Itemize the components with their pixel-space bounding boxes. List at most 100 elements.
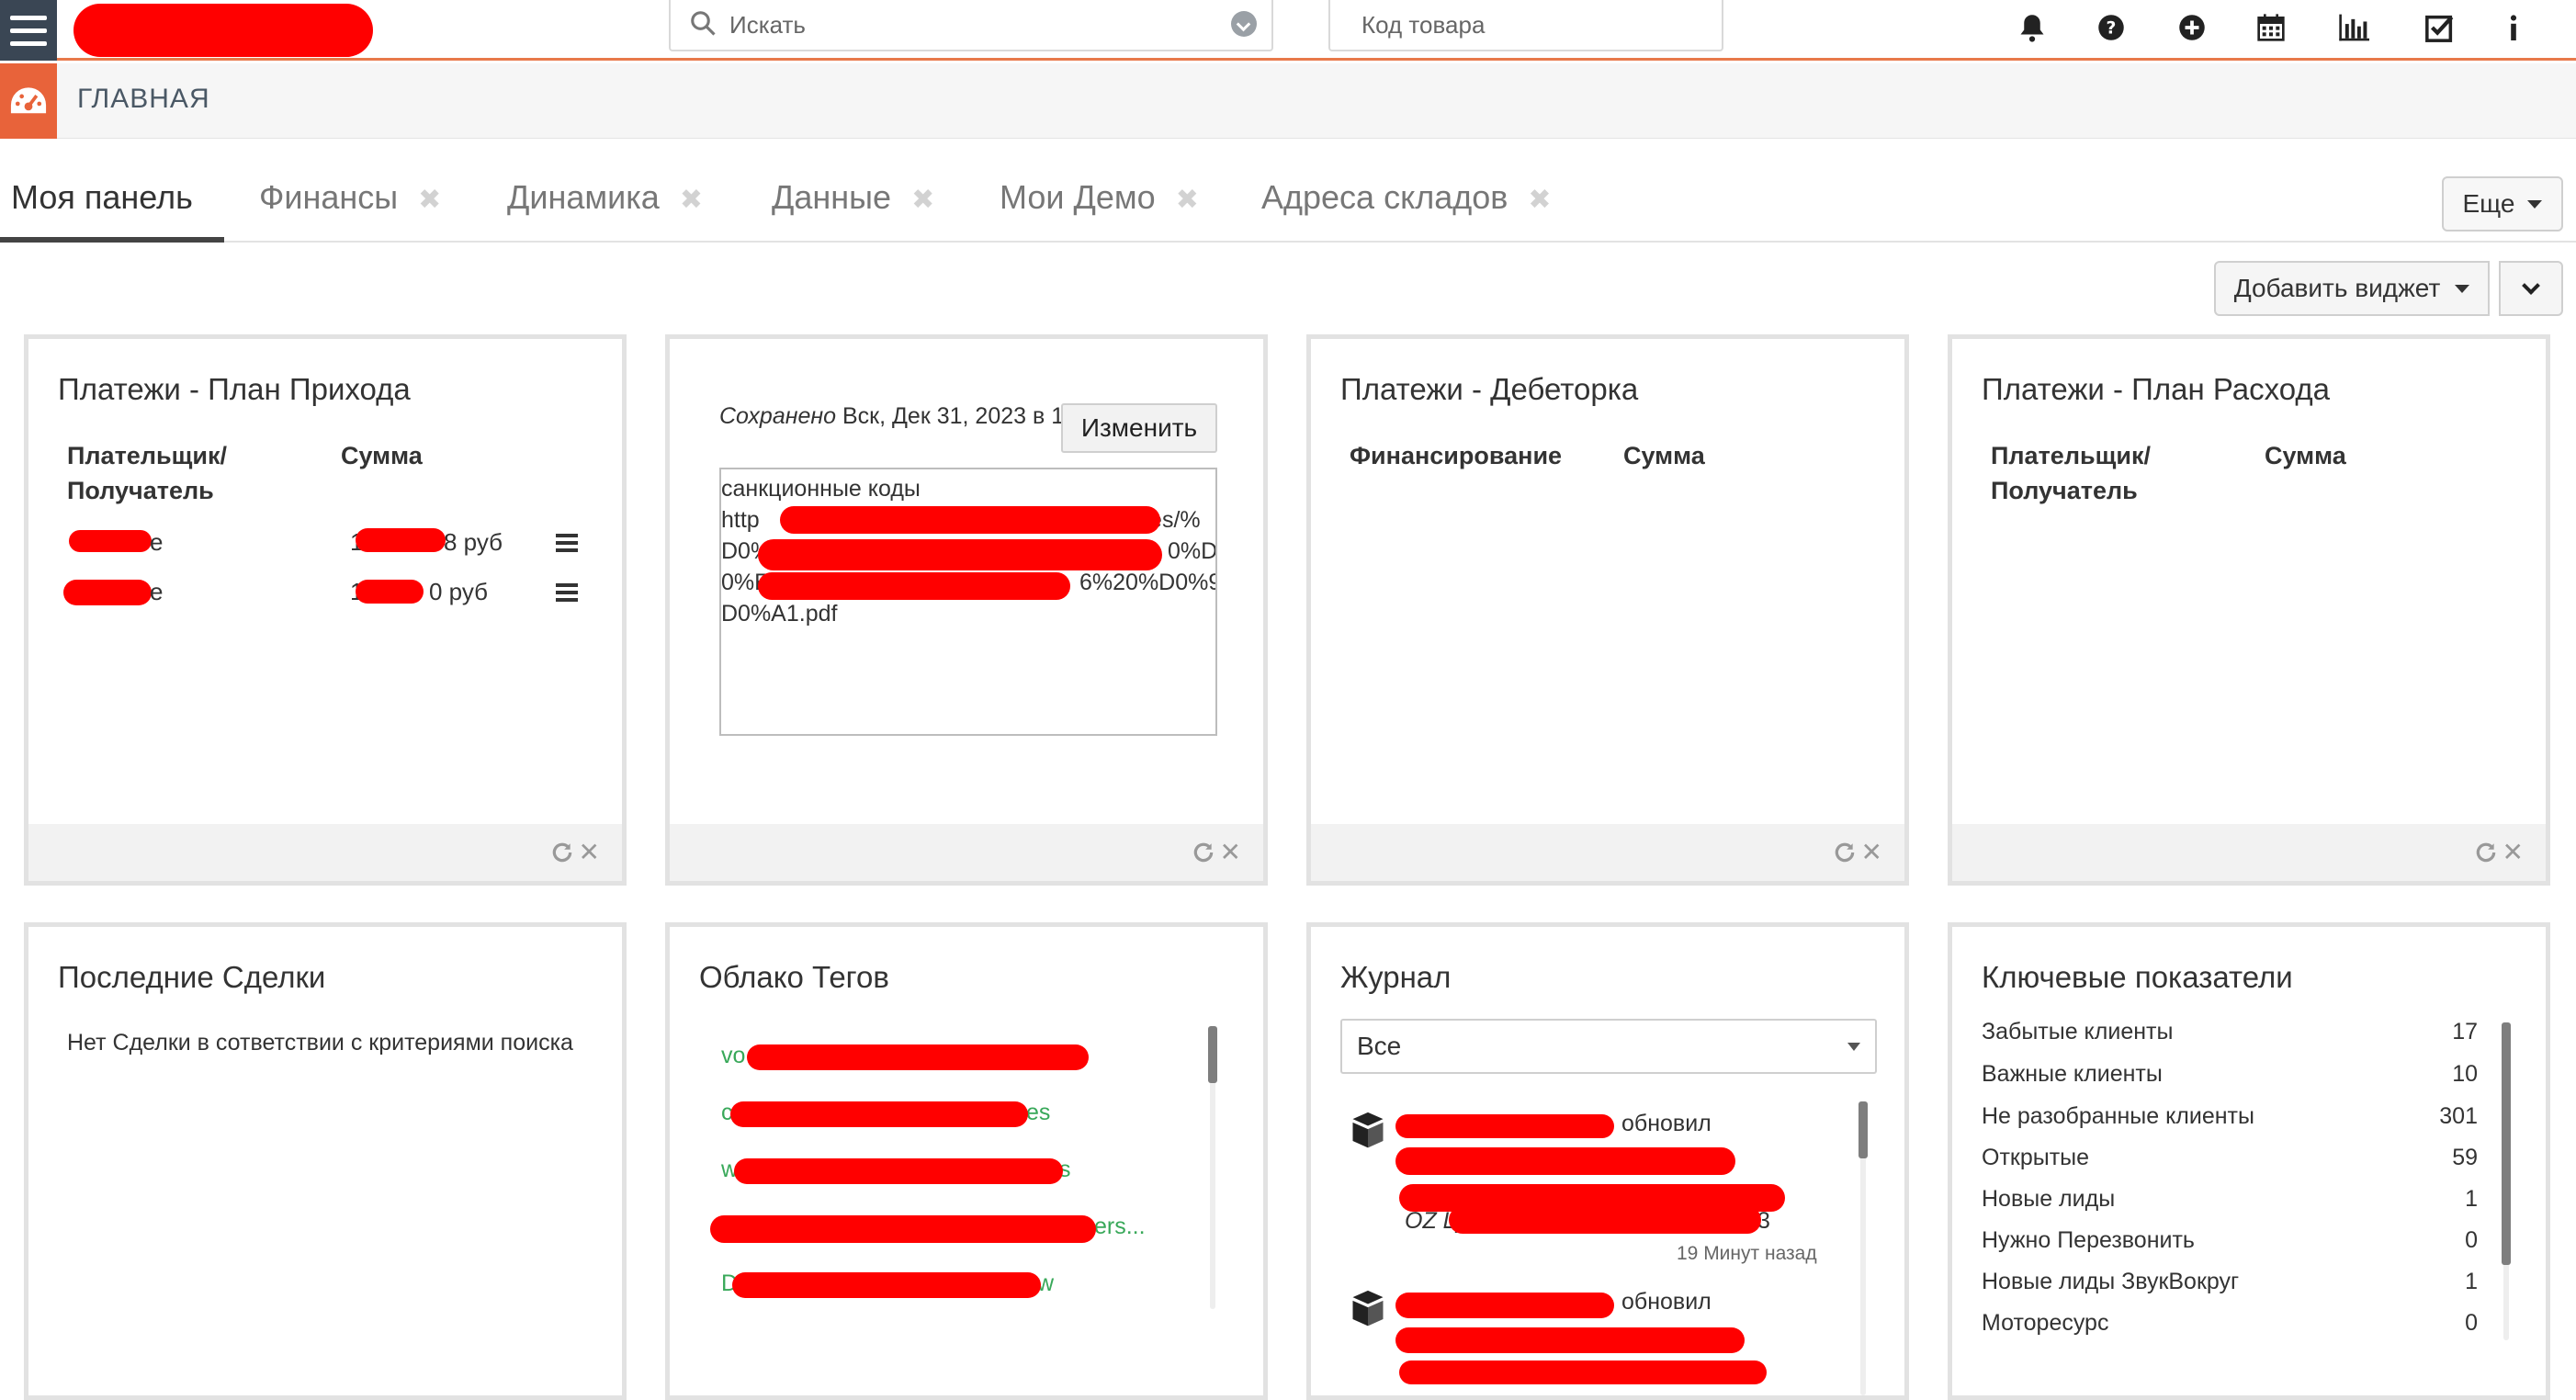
widget-note: Сохранено Вск, Дек 31, 2023 в 12 Изменит… bbox=[665, 334, 1268, 886]
kpi-row[interactable]: Моторесурс 0 bbox=[1982, 1310, 2478, 1343]
redaction-mark bbox=[780, 506, 1160, 534]
scrollbar-thumb[interactable] bbox=[1208, 1026, 1217, 1083]
product-code-box bbox=[1328, 0, 1723, 51]
kpi-row[interactable]: Забытые клиенты 17 bbox=[1982, 1019, 2478, 1052]
kpi-scrollbar[interactable] bbox=[2502, 1022, 2511, 1340]
redaction-mark bbox=[1395, 1147, 1735, 1175]
kpi-value: 1 bbox=[2465, 1186, 2478, 1212]
close-icon[interactable]: ✕ bbox=[1220, 837, 1241, 867]
refresh-icon[interactable] bbox=[1833, 841, 1857, 864]
help-icon[interactable]: ? bbox=[2093, 9, 2130, 46]
tab-my-demos[interactable]: Мои Демо ✖ bbox=[1000, 167, 1199, 243]
journal-filter-select[interactable]: Все bbox=[1340, 1019, 1877, 1074]
kpi-row[interactable]: Не разобранные клиенты 301 bbox=[1982, 1103, 2478, 1136]
refresh-icon[interactable] bbox=[1192, 841, 1215, 864]
info-icon[interactable] bbox=[2495, 9, 2532, 46]
note-line: санкционные коды bbox=[721, 476, 921, 502]
kpi-row[interactable]: Нужно Перезвонить 0 bbox=[1982, 1227, 2478, 1260]
column-header-sum: Сумма bbox=[2265, 442, 2346, 469]
tab-my-panel[interactable]: Моя панель bbox=[0, 167, 224, 243]
bar-chart-icon[interactable] bbox=[2335, 9, 2372, 46]
widget-footer: ✕ bbox=[670, 824, 1263, 881]
kpi-value: 0 bbox=[2465, 1310, 2478, 1336]
redaction-mark bbox=[1399, 1360, 1767, 1384]
kpi-row[interactable]: Новые лиды ЗвукВокруг 1 bbox=[1982, 1269, 2478, 1302]
kpi-label: Не разобранные клиенты bbox=[1982, 1103, 2254, 1129]
add-widget-button[interactable]: Добавить виджет bbox=[2214, 261, 2490, 316]
refresh-icon[interactable] bbox=[550, 841, 574, 864]
select-value: Все bbox=[1357, 1032, 1402, 1060]
caret-down-icon bbox=[2527, 199, 2543, 209]
kpi-value: 59 bbox=[2452, 1145, 2478, 1170]
redaction-mark bbox=[758, 539, 1162, 570]
redaction-mark bbox=[758, 572, 1070, 600]
widget-title: Платежи - План Расхода bbox=[1982, 372, 2331, 406]
tab-label: Финансы bbox=[259, 178, 399, 216]
tag-scrollbar[interactable] bbox=[1208, 1026, 1217, 1309]
edit-note-button[interactable]: Изменить bbox=[1061, 403, 1217, 453]
kpi-label: Моторесурс bbox=[1982, 1310, 2109, 1336]
checkbox-icon[interactable] bbox=[2422, 9, 2458, 46]
scrollbar-thumb[interactable] bbox=[1859, 1101, 1868, 1158]
plus-circle-icon[interactable] bbox=[2174, 9, 2210, 46]
widget-title: Журнал bbox=[1340, 960, 1452, 994]
page-header: ГЛАВНАЯ bbox=[0, 63, 2576, 139]
svg-text:?: ? bbox=[2107, 18, 2117, 38]
tag-link[interactable]: vo bbox=[721, 1043, 745, 1069]
kpi-label: Забытые клиенты bbox=[1982, 1019, 2174, 1044]
more-label: Еще bbox=[2462, 189, 2515, 218]
product-code-input[interactable] bbox=[1361, 7, 1711, 42]
close-icon[interactable]: ✕ bbox=[2503, 837, 2524, 867]
search-dropdown-icon[interactable] bbox=[1231, 11, 1257, 37]
widget-title: Платежи - План Прихода bbox=[58, 372, 411, 406]
list-icon[interactable] bbox=[556, 583, 578, 602]
tab-data[interactable]: Данные ✖ bbox=[772, 167, 934, 243]
tab-close-icon[interactable]: ✖ bbox=[1528, 184, 1551, 216]
note-line: 0%D bbox=[1168, 538, 1217, 564]
tag-link[interactable]: es bbox=[1026, 1100, 1050, 1126]
sum-cell: 8 руб bbox=[444, 528, 503, 556]
close-icon[interactable]: ✕ bbox=[579, 837, 600, 867]
redaction-mark bbox=[732, 1272, 1041, 1298]
tab-warehouse-addresses[interactable]: Адреса складов ✖ bbox=[1261, 167, 1552, 243]
kpi-value: 10 bbox=[2452, 1061, 2478, 1087]
tab-dynamics[interactable]: Динамика ✖ bbox=[507, 167, 703, 243]
redacted-company-name bbox=[73, 4, 373, 57]
kpi-row[interactable]: Новые лиды 1 bbox=[1982, 1186, 2478, 1219]
refresh-icon[interactable] bbox=[2474, 841, 2498, 864]
tab-close-icon[interactable]: ✖ bbox=[1176, 184, 1199, 216]
kpi-label: Новые лиды bbox=[1982, 1186, 2116, 1212]
tab-close-icon[interactable]: ✖ bbox=[911, 184, 934, 216]
tag-link[interactable]: ers... bbox=[1094, 1214, 1146, 1240]
note-textarea[interactable]: санкционные коды http files/% D0%A0%D0%B… bbox=[719, 468, 1217, 736]
payer-cell: e bbox=[150, 578, 164, 605]
tab-label: Моя панель bbox=[11, 178, 193, 216]
more-tabs-button[interactable]: Еще bbox=[2442, 176, 2563, 231]
tab-close-icon[interactable]: ✖ bbox=[680, 184, 703, 216]
tab-close-icon[interactable]: ✖ bbox=[418, 184, 441, 216]
widget-footer: ✕ bbox=[28, 824, 622, 881]
calendar-icon[interactable] bbox=[2253, 9, 2289, 46]
journal-scrollbar[interactable] bbox=[1859, 1101, 1868, 1395]
tab-finance[interactable]: Финансы ✖ bbox=[259, 167, 441, 243]
search-input[interactable] bbox=[729, 7, 1207, 42]
kpi-value: 17 bbox=[2452, 1019, 2478, 1044]
note-saved-info: Сохранено Вск, Дек 31, 2023 в 12 bbox=[719, 403, 1068, 430]
widget-title: Ключевые показатели bbox=[1982, 960, 2293, 994]
list-icon[interactable] bbox=[556, 534, 578, 552]
redacted-sum bbox=[356, 580, 424, 604]
search-icon bbox=[691, 11, 716, 36]
kpi-value: 0 bbox=[2465, 1227, 2478, 1253]
kpi-row[interactable]: Открытые 59 bbox=[1982, 1145, 2478, 1178]
dashboard-icon[interactable] bbox=[0, 63, 57, 139]
widget-title: Облако Тегов bbox=[699, 960, 889, 994]
collapse-toggle-button[interactable] bbox=[2499, 261, 2563, 316]
tab-label: Адреса складов bbox=[1261, 178, 1508, 216]
bell-icon[interactable] bbox=[2014, 9, 2051, 46]
hamburger-menu-icon[interactable] bbox=[0, 0, 57, 61]
close-icon[interactable]: ✕ bbox=[1861, 837, 1882, 867]
scrollbar-thumb[interactable] bbox=[2502, 1022, 2511, 1265]
redaction-mark bbox=[747, 1044, 1089, 1070]
caret-down-icon bbox=[2455, 284, 2470, 293]
kpi-row[interactable]: Важные клиенты 10 bbox=[1982, 1061, 2478, 1094]
